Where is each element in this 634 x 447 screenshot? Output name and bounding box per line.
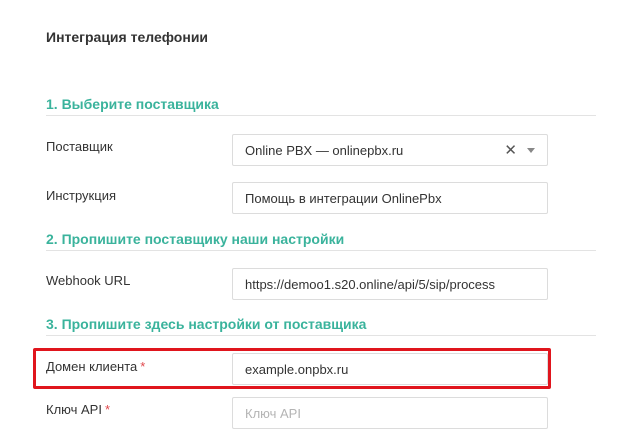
instruction-label: Инструкция [46, 188, 116, 203]
section-heading-our-settings: 2. Пропишите поставщику наши настройки [46, 231, 596, 251]
api-key-label-text: Ключ API [46, 402, 102, 417]
provider-select[interactable]: Online PBX — onlinepbx.ru ✕ [232, 134, 548, 166]
webhook-url-field[interactable] [232, 268, 548, 300]
page-title: Интеграция телефонии [46, 29, 209, 45]
webhook-url-label: Webhook URL [46, 273, 131, 288]
required-mark: * [104, 402, 111, 417]
client-domain-label-text: Домен клиента [46, 359, 138, 374]
client-domain-field[interactable] [232, 353, 548, 385]
instruction-link[interactable]: Помощь в интеграции OnlinePbx [232, 182, 548, 214]
provider-select-value: Online PBX — onlinepbx.ru [245, 142, 404, 158]
instruction-link-text: Помощь в интеграции OnlinePbx [245, 190, 442, 206]
chevron-down-icon[interactable] [527, 147, 535, 153]
close-icon[interactable]: ✕ [504, 143, 517, 158]
client-domain-label: Домен клиента * [46, 359, 145, 374]
provider-label: Поставщик [46, 139, 113, 154]
required-mark: * [140, 359, 146, 374]
section-heading-provider: 1. Выберите поставщика [46, 96, 596, 116]
api-key-label: Ключ API * [46, 402, 110, 417]
api-key-field[interactable] [232, 397, 548, 429]
section-heading-provider-settings: 3. Пропишите здесь настройки от поставщи… [46, 316, 596, 336]
